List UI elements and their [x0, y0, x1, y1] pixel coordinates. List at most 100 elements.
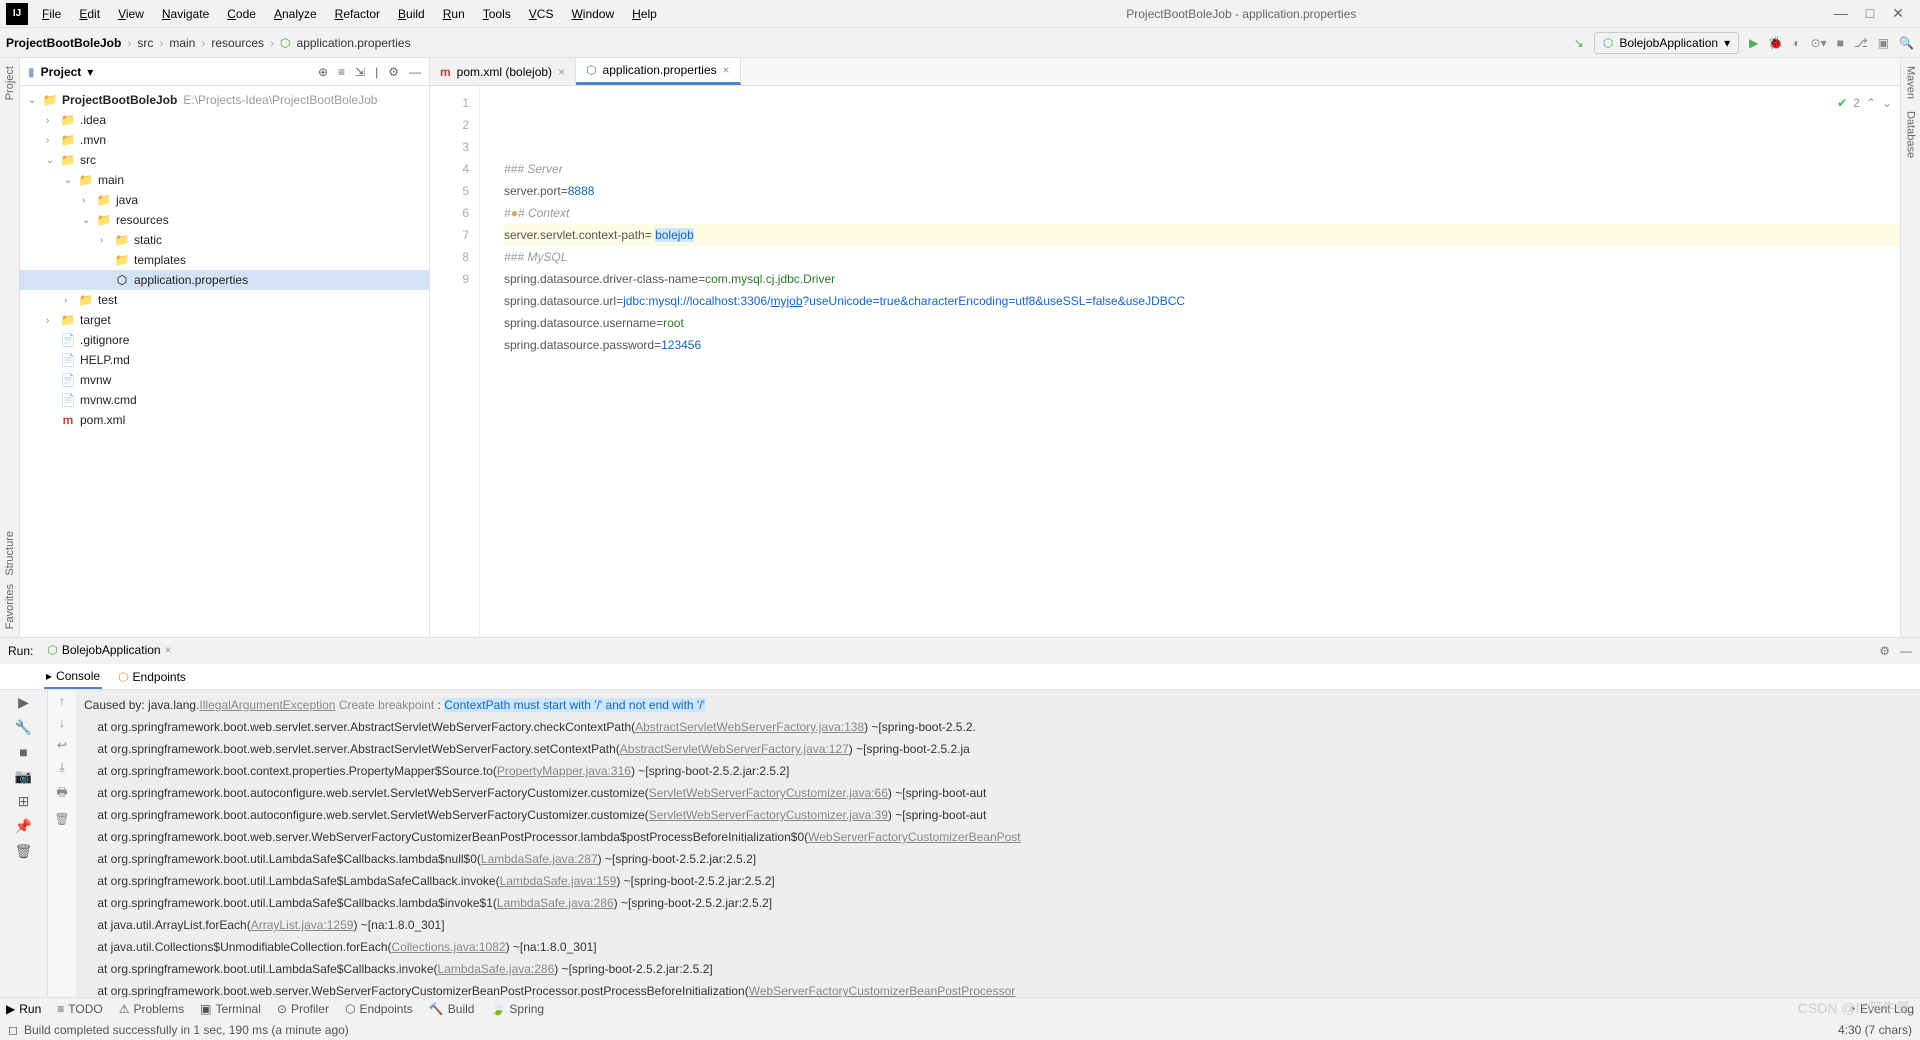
database-tool-button[interactable]: Database	[1905, 111, 1917, 158]
editor-tab[interactable]: mpom.xml (bolejob)×	[430, 58, 576, 85]
tools-icon[interactable]: 🔧	[15, 719, 32, 736]
menu-help[interactable]: Help	[624, 3, 665, 25]
menu-build[interactable]: Build	[390, 3, 433, 25]
console-output[interactable]: Caused by: java.lang.IllegalArgumentExce…	[76, 690, 1920, 997]
bottom-tab-profiler[interactable]: ⊙Profiler	[277, 1002, 329, 1016]
menu-refactor[interactable]: Refactor	[327, 3, 388, 25]
code-area[interactable]: ✔2 ⌃ ⌄ ### Serverserver.port=8888#●# Con…	[480, 86, 1900, 637]
debug-button[interactable]: 🐞	[1768, 36, 1783, 50]
hammer-icon[interactable]: ↘	[1574, 36, 1584, 50]
minimize-button[interactable]: —	[1834, 5, 1848, 22]
tree-root[interactable]: ⌄📁ProjectBootBoleJobE:\Projects-Idea\Pro…	[20, 90, 429, 110]
menu-vcs[interactable]: VCS	[521, 3, 562, 25]
run-config-selector[interactable]: ⬡ BolejobApplication ▾	[1594, 32, 1739, 54]
maximize-button[interactable]: □	[1866, 5, 1874, 22]
window-controls: — □ ✕	[1818, 5, 1920, 22]
breadcrumb-part[interactable]: main	[169, 36, 195, 50]
caret-position[interactable]: 4:30 (7 chars)	[1838, 1023, 1912, 1037]
select-opened-icon[interactable]: ⊕	[318, 65, 328, 79]
structure-tool-button[interactable]: Structure	[4, 531, 16, 576]
tree-item--gitignore[interactable]: 📄.gitignore	[20, 330, 429, 350]
tree-item-templates[interactable]: 📁templates	[20, 250, 429, 270]
project-tool-button[interactable]: Project	[4, 66, 16, 100]
menu-tools[interactable]: Tools	[475, 3, 519, 25]
tree-item-test[interactable]: ›📁test	[20, 290, 429, 310]
git-button[interactable]: ⎇	[1854, 36, 1868, 50]
menu-file[interactable]: File	[34, 3, 69, 25]
tree-item-target[interactable]: ›📁target	[20, 310, 429, 330]
tree-item-static[interactable]: ›📁static	[20, 230, 429, 250]
close-icon[interactable]: ×	[165, 643, 172, 657]
maven-tool-button[interactable]: Maven	[1905, 66, 1917, 99]
bottom-tab-terminal[interactable]: ▣Terminal	[200, 1002, 261, 1016]
gear-icon[interactable]: ⚙	[388, 65, 399, 79]
bottom-tab-run[interactable]: ▶Run	[6, 1002, 41, 1016]
stop-button[interactable]: ■	[1837, 36, 1844, 50]
layout-icon[interactable]: ⊞	[18, 793, 30, 810]
chevron-up-icon[interactable]: ⌃	[1866, 92, 1876, 114]
close-button[interactable]: ✕	[1892, 5, 1904, 22]
inspection-widget[interactable]: ✔2 ⌃ ⌄	[1837, 92, 1892, 114]
console-tab[interactable]: ▸Console	[44, 665, 102, 689]
bottom-tab-endpoints[interactable]: ⬡Endpoints	[345, 1002, 413, 1016]
run-tab[interactable]: ⬡ BolejobApplication ×	[41, 641, 177, 661]
wrap-icon[interactable]: ↩	[57, 738, 67, 752]
clear-icon[interactable]: 🗑	[54, 812, 69, 826]
bottom-tab-build[interactable]: 🔨Build	[429, 1002, 475, 1016]
bottom-tab-problems[interactable]: ⚠Problems	[119, 1002, 184, 1016]
tree-item-src[interactable]: ⌄📁src	[20, 150, 429, 170]
menu-edit[interactable]: Edit	[71, 3, 108, 25]
chevron-down-icon[interactable]: ▾	[87, 65, 93, 79]
breadcrumb-part[interactable]: resources	[211, 36, 264, 50]
pin-icon[interactable]: 📌	[15, 818, 32, 835]
project-tree[interactable]: ⌄📁ProjectBootBoleJobE:\Projects-Idea\Pro…	[20, 86, 429, 637]
camera-icon[interactable]: 📷	[15, 768, 32, 785]
endpoints-tab[interactable]: ⬡Endpoints	[116, 665, 188, 689]
tree-item-main[interactable]: ⌄📁main	[20, 170, 429, 190]
menu-code[interactable]: Code	[219, 3, 264, 25]
menu-window[interactable]: Window	[563, 3, 622, 25]
breadcrumb-project[interactable]: ProjectBootBoleJob	[6, 36, 121, 50]
run-button[interactable]: ▶	[1749, 36, 1758, 50]
trash-icon[interactable]: 🗑	[15, 843, 33, 860]
bottom-tab-todo[interactable]: ≡TODO	[57, 1002, 102, 1016]
run-toolbar: ▶ 🔧 ■ 📷 ⊞ 📌 🗑	[0, 690, 48, 997]
collapse-all-icon[interactable]: ⇲	[355, 65, 365, 79]
breadcrumb-part[interactable]: src	[137, 36, 153, 50]
status-icon[interactable]: ◻	[8, 1023, 18, 1037]
toolbar-right: ↘ ⬡ BolejobApplication ▾ ▶ 🐞 ◐ ⊙▾ ■ ⎇ ▣ …	[1574, 32, 1914, 54]
rerun-button[interactable]: ▶	[18, 694, 29, 711]
menu-run[interactable]: Run	[435, 3, 473, 25]
search-everywhere-icon[interactable]: 🔍	[1899, 36, 1914, 50]
hide-icon[interactable]: —	[1900, 644, 1912, 658]
favorites-tool-button[interactable]: Favorites	[4, 584, 16, 629]
tree-item-java[interactable]: ›📁java	[20, 190, 429, 210]
tree-item--idea[interactable]: ›📁.idea	[20, 110, 429, 130]
profile-button[interactable]: ⊙▾	[1811, 36, 1827, 50]
tree-item-resources[interactable]: ⌄📁resources	[20, 210, 429, 230]
menu-analyze[interactable]: Analyze	[266, 3, 325, 25]
tree-item--mvn[interactable]: ›📁.mvn	[20, 130, 429, 150]
menubar: FileEditViewNavigateCodeAnalyzeRefactorB…	[34, 3, 665, 25]
menu-view[interactable]: View	[110, 3, 152, 25]
hide-icon[interactable]: —	[409, 65, 421, 79]
stop-button[interactable]: ■	[19, 744, 27, 760]
menu-navigate[interactable]: Navigate	[154, 3, 217, 25]
tree-item-mvnw[interactable]: 📄mvnw	[20, 370, 429, 390]
gear-icon[interactable]: ⚙	[1879, 644, 1890, 658]
breadcrumb-part[interactable]: application.properties	[297, 36, 411, 50]
print-icon[interactable]: 🖶	[56, 783, 67, 804]
search-button[interactable]: ▣	[1878, 36, 1889, 50]
up-icon[interactable]: ↑	[59, 694, 65, 708]
coverage-button[interactable]: ◐	[1793, 36, 1800, 50]
tree-item-application-properties[interactable]: ⬡application.properties	[20, 270, 429, 290]
down-icon[interactable]: ↓	[59, 716, 65, 730]
editor-tab[interactable]: ⬡application.properties×	[576, 58, 741, 85]
tree-item-mvnw-cmd[interactable]: 📄mvnw.cmd	[20, 390, 429, 410]
tree-item-pom-xml[interactable]: mpom.xml	[20, 410, 429, 430]
scroll-icon[interactable]: ⤓	[59, 760, 64, 775]
tree-item-HELP-md[interactable]: 📄HELP.md	[20, 350, 429, 370]
expand-all-icon[interactable]: ≡	[338, 65, 345, 79]
chevron-down-icon[interactable]: ⌄	[1882, 92, 1892, 114]
bottom-tab-spring[interactable]: 🍃Spring	[490, 1002, 544, 1016]
